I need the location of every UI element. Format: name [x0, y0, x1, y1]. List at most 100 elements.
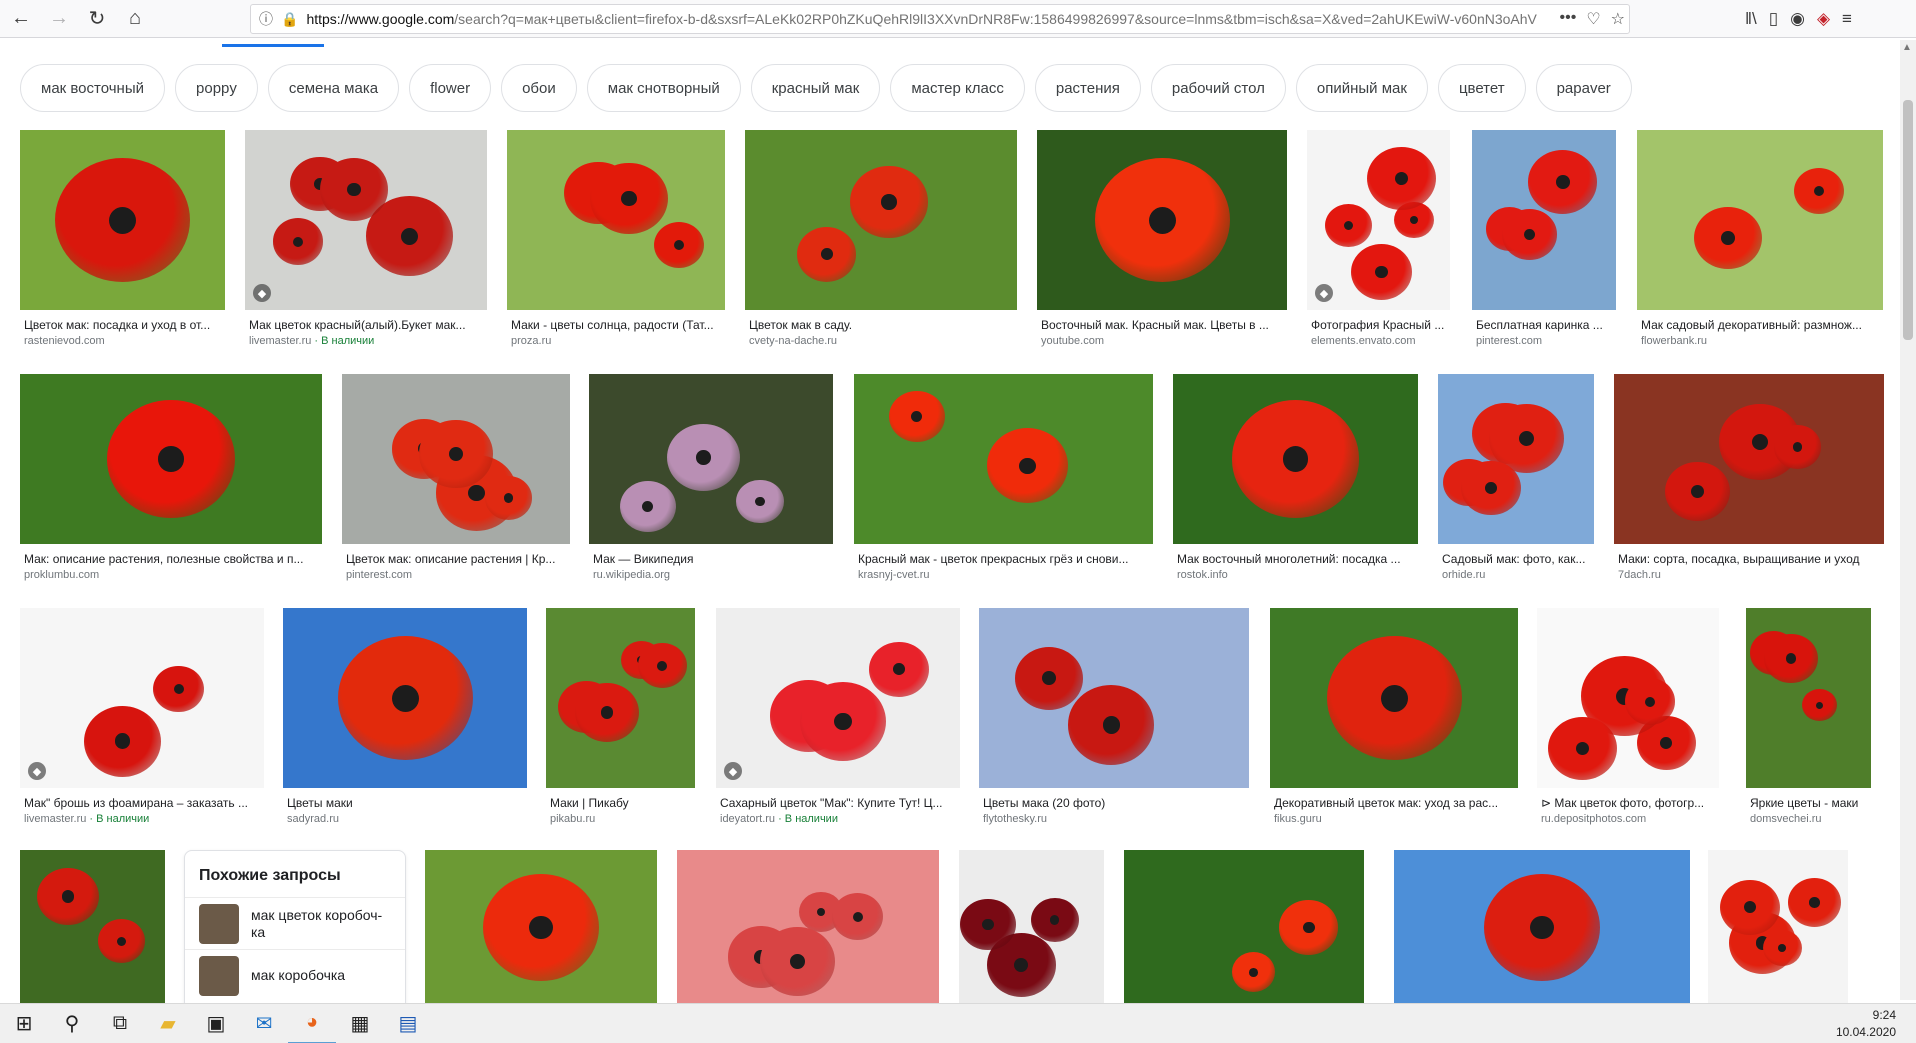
- image-thumbnail[interactable]: ◆: [20, 608, 264, 788]
- image-caption[interactable]: Мак" брошь из фоамирана – заказать ...: [24, 796, 262, 810]
- image-result[interactable]: ⊳ Мак цветок фото, фотогр... ru.depositph…: [1537, 608, 1719, 836]
- firefox-button[interactable]: ◕: [288, 1004, 336, 1043]
- image-caption[interactable]: Мак садовый декоративный: размнож...: [1641, 318, 1881, 332]
- image-result[interactable]: ◆ Фотография Красный ... elements.envato.c…: [1307, 130, 1450, 358]
- source-domain: sadyrad.ru: [287, 813, 339, 825]
- file-explorer-button[interactable]: ▰: [144, 1004, 192, 1043]
- scroll-up-icon[interactable]: ▲: [1902, 42, 1912, 53]
- image-result[interactable]: Мак восточный многолетний: посадка ... ro…: [1173, 374, 1418, 592]
- image-thumbnail[interactable]: [1614, 374, 1884, 544]
- image-result[interactable]: Садовый мак: фото, как... orhide.ru: [1438, 374, 1594, 592]
- image-result[interactable]: ◆ Сахарный цветок "Мак": Купите Тут! Ц...…: [716, 608, 960, 836]
- image-thumbnail[interactable]: [1173, 374, 1418, 544]
- image-thumbnail[interactable]: [1270, 608, 1518, 788]
- image-caption[interactable]: Фотография Красный ...: [1311, 318, 1448, 332]
- mail-button[interactable]: ✉: [240, 1004, 288, 1043]
- related-search-item[interactable]: мак коробочка: [185, 949, 405, 1001]
- image-result[interactable]: Цветок мак: описание растения | Кр... pin…: [342, 374, 570, 592]
- image-result[interactable]: Красный мак - цветок прекрасных грёз и с…: [854, 374, 1153, 592]
- store-button[interactable]: ▣: [192, 1004, 240, 1043]
- image-thumbnail[interactable]: [1037, 130, 1287, 310]
- image-source: orhide.ru: [1442, 569, 1485, 581]
- image-thumbnail[interactable]: [854, 374, 1153, 544]
- image-caption[interactable]: Яркие цветы - маки: [1750, 796, 1869, 810]
- image-caption[interactable]: Маки - цветы солнца, радости (Тат...: [511, 318, 723, 332]
- image-source: ideyatort.ru · В наличии: [720, 813, 838, 825]
- image-result[interactable]: Мак — Википедия ru.wikipedia.org: [589, 374, 833, 592]
- image-thumbnail[interactable]: [20, 130, 225, 310]
- image-thumbnail[interactable]: ◆: [1307, 130, 1450, 310]
- image-thumbnail[interactable]: [959, 850, 1104, 1005]
- image-thumbnail[interactable]: [20, 850, 165, 1005]
- task-view-button[interactable]: ⧉: [96, 1004, 144, 1043]
- image-caption[interactable]: Маки | Пикабу: [550, 796, 693, 810]
- image-caption[interactable]: Мак восточный многолетний: посадка ...: [1177, 552, 1416, 566]
- image-result[interactable]: Цветок мак в саду. cvety-na-dache.ru: [745, 130, 1017, 358]
- image-caption[interactable]: Маки: сорта, посадка, выращивание и уход: [1618, 552, 1882, 566]
- image-thumbnail[interactable]: [1472, 130, 1616, 310]
- poppy-center: [1049, 914, 1060, 925]
- image-caption[interactable]: Мак цветок красный(алый).Букет мак...: [249, 318, 485, 332]
- image-thumbnail[interactable]: [1394, 850, 1690, 1005]
- image-thumbnail[interactable]: [979, 608, 1249, 788]
- image-thumbnail[interactable]: ◆: [716, 608, 960, 788]
- image-caption[interactable]: Цветок мак: описание растения | Кр...: [346, 552, 568, 566]
- image-thumbnail[interactable]: [677, 850, 939, 1005]
- scroll-thumb[interactable]: [1903, 100, 1913, 340]
- image-caption[interactable]: Цветок мак в саду.: [749, 318, 1015, 332]
- image-caption[interactable]: Декоративный цветок мак: уход за рас...: [1274, 796, 1516, 810]
- related-search-label: мак цветок коробоч-ка: [251, 906, 383, 940]
- search-button[interactable]: ⚲: [48, 1004, 96, 1043]
- image-result[interactable]: Мак садовый декоративный: размнож... flow…: [1637, 130, 1883, 358]
- image-caption[interactable]: ⊳ Мак цветок фото, фотогр...: [1541, 796, 1717, 810]
- image-caption[interactable]: Красный мак - цветок прекрасных грёз и с…: [858, 552, 1151, 566]
- system-clock[interactable]: 9:24 10.04.2020: [1836, 1007, 1896, 1041]
- image-caption[interactable]: Садовый мак: фото, как...: [1442, 552, 1592, 566]
- image-thumbnail[interactable]: [283, 608, 527, 788]
- image-caption[interactable]: Цветок мак: посадка и уход в от...: [24, 318, 223, 332]
- image-result[interactable]: Цветы мака (20 фото) flytothesky.ru: [979, 608, 1249, 836]
- image-caption[interactable]: Цветы мака (20 фото): [983, 796, 1247, 810]
- image-thumbnail[interactable]: [425, 850, 657, 1005]
- image-caption[interactable]: Восточный мак. Красный мак. Цветы в ...: [1041, 318, 1285, 332]
- image-result[interactable]: Маки - цветы солнца, радости (Тат... proz…: [507, 130, 725, 358]
- image-result[interactable]: Цветы маки sadyrad.ru: [283, 608, 527, 836]
- image-thumbnail[interactable]: [1637, 130, 1883, 310]
- page-scrollbar[interactable]: ▲: [1900, 40, 1916, 1000]
- image-result[interactable]: Декоративный цветок мак: уход за рас... f…: [1270, 608, 1518, 836]
- image-caption[interactable]: Бесплатная каринка ...: [1476, 318, 1614, 332]
- image-caption[interactable]: Сахарный цветок "Мак": Купите Тут! Ц...: [720, 796, 958, 810]
- image-result[interactable]: ◆ Мак цветок красный(алый).Букет мак... li…: [245, 130, 487, 358]
- source-domain: fikus.guru: [1274, 813, 1322, 825]
- image-result[interactable]: Восточный мак. Красный мак. Цветы в ... y…: [1037, 130, 1287, 358]
- image-thumbnail[interactable]: [1746, 608, 1871, 788]
- image-thumbnail[interactable]: [1124, 850, 1364, 1005]
- related-search-item[interactable]: мак цветок коробоч-ка: [185, 897, 405, 949]
- image-thumbnail[interactable]: [1438, 374, 1594, 544]
- image-result[interactable]: Маки | Пикабу pikabu.ru: [546, 608, 695, 836]
- image-result[interactable]: Мак: описание растения, полезные свойств…: [20, 374, 322, 592]
- image-result[interactable]: Маки: сорта, посадка, выращивание и уход…: [1614, 374, 1884, 592]
- image-thumbnail[interactable]: [342, 374, 570, 544]
- image-thumbnail[interactable]: [1708, 850, 1848, 1005]
- taskbar-app-button[interactable]: ▤: [384, 1004, 432, 1043]
- image-thumbnail[interactable]: ◆: [245, 130, 487, 310]
- image-thumbnail[interactable]: [589, 374, 833, 544]
- image-source: elements.envato.com: [1311, 335, 1416, 347]
- image-thumbnail[interactable]: [745, 130, 1017, 310]
- image-caption[interactable]: Цветы маки: [287, 796, 525, 810]
- image-result[interactable]: Яркие цветы - маки domsvechei.ru: [1746, 608, 1871, 836]
- start-button[interactable]: ⊞: [0, 1004, 48, 1043]
- image-caption[interactable]: Мак — Википедия: [593, 552, 831, 566]
- poppy-center: [1524, 228, 1536, 240]
- image-thumbnail[interactable]: [507, 130, 725, 310]
- image-thumbnail[interactable]: [1537, 608, 1719, 788]
- image-caption[interactable]: Мак: описание растения, полезные свойств…: [24, 552, 320, 566]
- image-result[interactable]: Цветок мак: посадка и уход в от... rasten…: [20, 130, 225, 358]
- taskbar-app-button[interactable]: ▦: [336, 1004, 384, 1043]
- image-thumbnail[interactable]: [20, 374, 322, 544]
- image-result[interactable]: ◆ Мак" брошь из фоамирана – заказать ... l…: [20, 608, 264, 836]
- image-result[interactable]: Бесплатная каринка ... pinterest.com: [1472, 130, 1616, 358]
- poppy-center: [293, 236, 304, 247]
- image-thumbnail[interactable]: [546, 608, 695, 788]
